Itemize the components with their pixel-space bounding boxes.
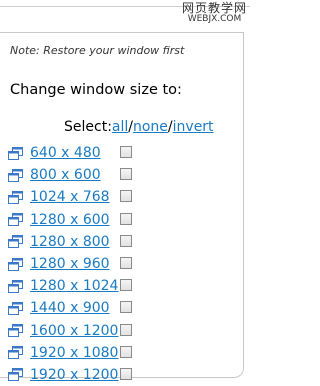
window-resize-icon <box>8 257 23 271</box>
window-resize-icon <box>8 168 23 182</box>
select-controls: Select:all/none/invert <box>64 119 214 135</box>
select-invert-link[interactable]: invert <box>173 119 214 135</box>
resolution-checkbox[interactable] <box>120 190 132 203</box>
resolution-item: 1024 x 768 <box>8 186 238 208</box>
resolution-link[interactable]: 1280 x 960 <box>30 256 110 272</box>
resolution-list: 640 x 480 800 x 600 1024 x 768 1280 x 600 12… <box>8 142 238 386</box>
resolution-item: 640 x 480 <box>8 142 238 164</box>
resolution-item: 1920 x 1080 <box>8 342 238 364</box>
resolution-item: 1280 x 1024 <box>8 275 238 297</box>
resolution-link[interactable]: 1600 x 1200 <box>30 323 118 339</box>
resolution-item: 800 x 600 <box>8 164 238 186</box>
resolution-checkbox[interactable] <box>120 367 132 380</box>
resolution-link[interactable]: 1920 x 1080 <box>30 345 118 361</box>
resolution-checkbox[interactable] <box>120 256 132 269</box>
watermark-url: WEBJX.COM <box>187 14 242 24</box>
resolution-link[interactable]: 1024 x 768 <box>30 189 110 205</box>
resolution-item: 1280 x 960 <box>8 253 238 275</box>
restore-note: Note: Restore your window first <box>10 44 185 57</box>
window-resize-icon <box>8 368 23 382</box>
panel-heading: Change window size to: <box>10 82 182 98</box>
window-resize-icon <box>8 279 23 293</box>
select-label: Select: <box>64 119 112 135</box>
window-resize-icon <box>8 235 23 249</box>
resolution-checkbox[interactable] <box>120 146 132 158</box>
resolution-link[interactable]: 1440 x 900 <box>30 300 110 316</box>
select-all-link[interactable]: all <box>112 119 128 135</box>
resolution-item: 1280 x 800 <box>8 231 238 253</box>
resolution-item: 1600 x 1200 <box>8 320 238 342</box>
window-resize-icon <box>8 346 23 360</box>
select-none-link[interactable]: none <box>133 119 168 135</box>
window-resize-icon <box>8 301 23 315</box>
resolution-checkbox[interactable] <box>120 212 132 225</box>
resolution-checkbox[interactable] <box>120 234 132 247</box>
window-resizer-panel: Note: Restore your window first Change w… <box>0 32 244 383</box>
resolution-checkbox[interactable] <box>120 323 132 336</box>
resolution-checkbox[interactable] <box>120 301 132 314</box>
watermark: 网页教学网 WEBJX.COM <box>182 2 247 24</box>
resolution-item: 1280 x 600 <box>8 209 238 231</box>
window-resize-icon <box>8 213 23 227</box>
window-resize-icon <box>8 324 23 338</box>
resolution-checkbox[interactable] <box>120 168 132 181</box>
resolution-item: 1440 x 900 <box>8 297 238 319</box>
resolution-checkbox[interactable] <box>120 279 132 292</box>
resolution-link[interactable]: 1280 x 600 <box>30 212 110 228</box>
resolution-item: 1920 x 1200 <box>8 364 238 386</box>
window-resize-icon <box>8 190 23 204</box>
resolution-link[interactable]: 1280 x 800 <box>30 234 110 250</box>
resolution-link[interactable]: 1280 x 1024 <box>30 278 118 294</box>
window-resize-icon <box>8 146 23 160</box>
resolution-link[interactable]: 800 x 600 <box>30 167 101 183</box>
resolution-checkbox[interactable] <box>120 345 132 358</box>
watermark-title: 网页教学网 <box>181 1 247 15</box>
resolution-link[interactable]: 1920 x 1200 <box>30 367 118 383</box>
resolution-link[interactable]: 640 x 480 <box>30 145 101 161</box>
